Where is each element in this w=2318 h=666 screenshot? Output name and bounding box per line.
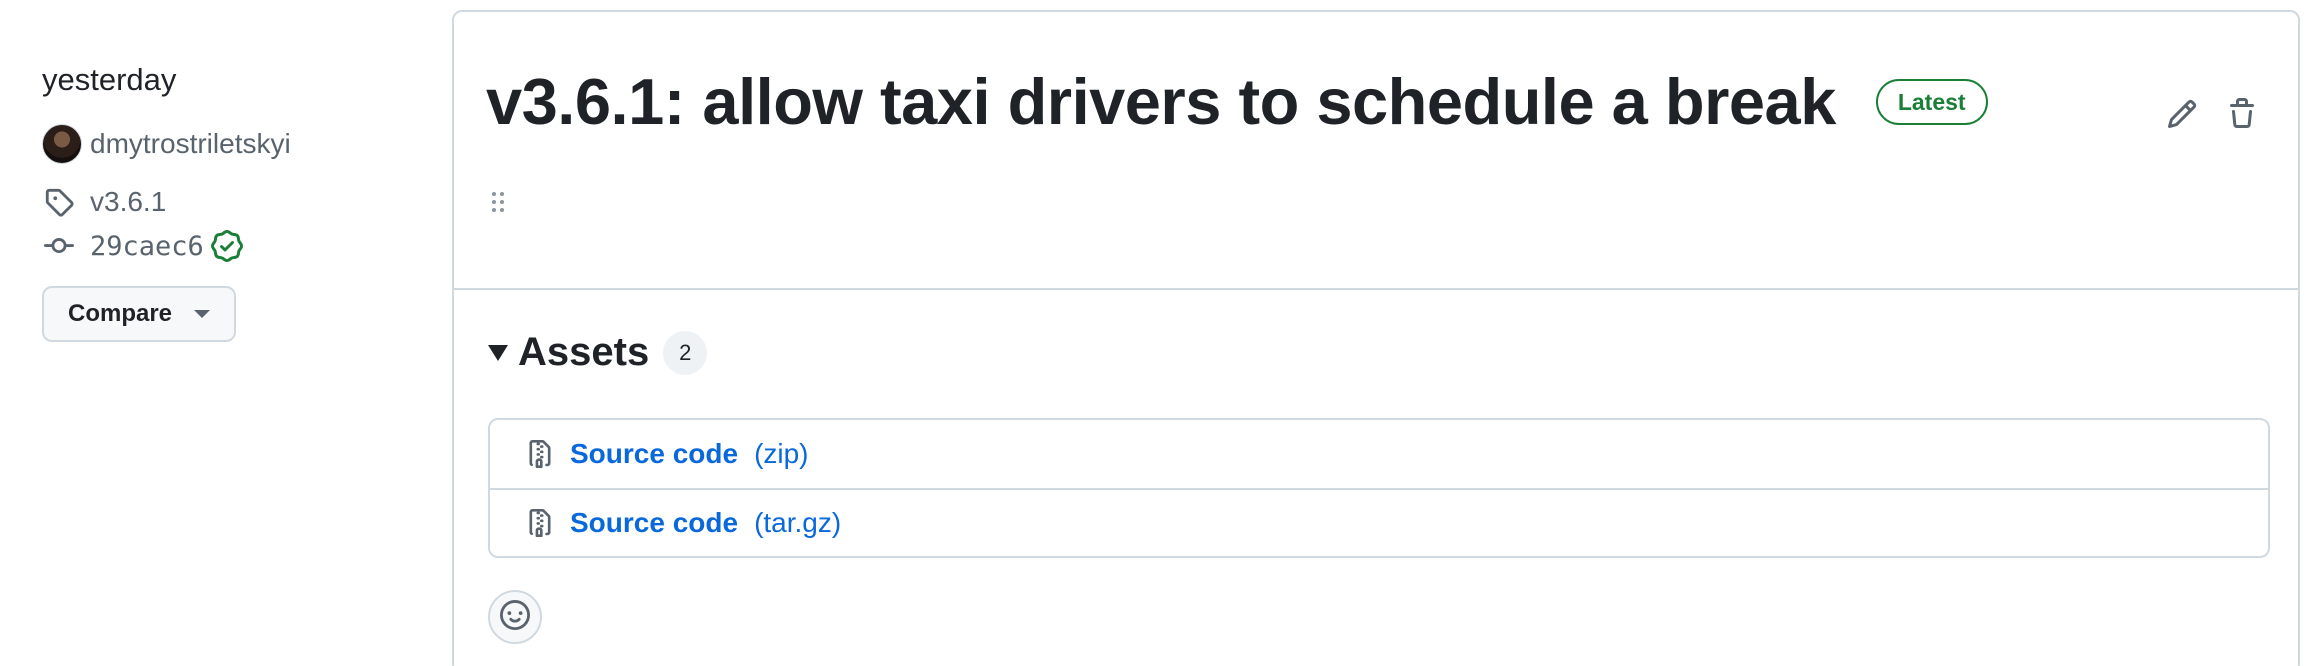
release-page: yesterday dmytrostriletskyi v3.6.1 29cae…	[0, 0, 2318, 666]
smiley-icon	[500, 599, 530, 635]
list-item: Source code (zip)	[490, 420, 2268, 488]
drag-handle-icon[interactable]	[490, 190, 506, 214]
asset-ext[interactable]: (zip)	[754, 438, 808, 470]
assets-title: Assets	[518, 330, 650, 374]
asset-ext[interactable]: (tar.gz)	[754, 507, 841, 539]
commit-row: 29caec6	[42, 226, 422, 266]
chevron-down-icon	[194, 310, 211, 318]
tag-icon	[42, 185, 76, 219]
release-title[interactable]: v3.6.1: allow taxi drivers to schedule a…	[486, 62, 1836, 142]
compare-label: Compare	[68, 300, 173, 327]
release-meta: yesterday dmytrostriletskyi v3.6.1 29cae…	[42, 60, 422, 342]
tag-row: v3.6.1	[42, 182, 422, 222]
release-header: v3.6.1: allow taxi drivers to schedule a…	[454, 12, 2298, 290]
asset-link[interactable]: Source code	[570, 438, 738, 470]
trash-icon[interactable]	[2222, 94, 2262, 134]
add-reaction-button[interactable]	[488, 590, 542, 644]
tag-link[interactable]: v3.6.1	[90, 186, 166, 218]
assets-count-badge: 2	[663, 330, 708, 375]
assets-toggle[interactable]: Assets 2	[488, 330, 708, 375]
verified-icon[interactable]	[210, 229, 244, 263]
release-card: v3.6.1: allow taxi drivers to schedule a…	[452, 10, 2300, 666]
file-zip-icon	[524, 505, 556, 541]
asset-list: Source code (zip) Source code (tar.gz)	[488, 418, 2270, 558]
release-actions	[2162, 94, 2262, 134]
list-item: Source code (tar.gz)	[490, 488, 2268, 556]
commit-link[interactable]: 29caec6	[90, 231, 204, 262]
file-zip-icon	[524, 436, 556, 472]
author-link[interactable]: dmytrostriletskyi	[90, 128, 291, 160]
asset-link[interactable]: Source code	[570, 507, 738, 539]
git-commit-icon	[42, 229, 76, 263]
release-date: yesterday	[42, 62, 177, 97]
triangle-down-icon	[488, 344, 508, 361]
author-row: dmytrostriletskyi	[42, 122, 422, 166]
pencil-icon[interactable]	[2162, 94, 2202, 134]
latest-badge: Latest	[1875, 79, 1988, 125]
compare-button[interactable]: Compare	[42, 286, 237, 342]
avatar[interactable]	[42, 124, 82, 164]
title-row: v3.6.1: allow taxi drivers to schedule a…	[486, 62, 1988, 142]
